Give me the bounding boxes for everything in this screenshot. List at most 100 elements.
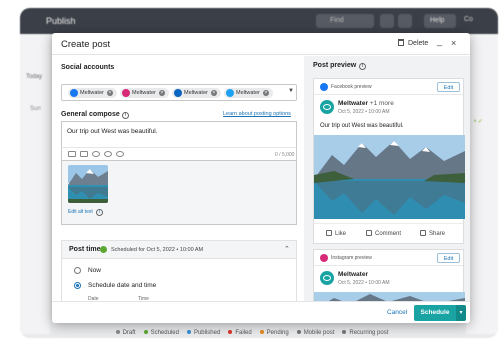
instagram-post-date: Oct 5, 2022 • 10:00 AM: [338, 280, 390, 286]
status-legend: Draft Scheduled Published Failed Pending Mobi…: [0, 326, 504, 340]
emoji-icon[interactable]: [116, 151, 124, 157]
radio-now[interactable]: [74, 267, 81, 274]
compose-textarea[interactable]: Our trip out West was beautiful.: [61, 121, 297, 147]
general-compose-text: General compose: [61, 111, 120, 118]
modal-footer: Cancel Schedule ▾: [52, 301, 470, 323]
post-time-header[interactable]: Post time Scheduled for Oct 5, 2022 • 10…: [62, 241, 296, 259]
instagram-preview-card: Instagram preview Edit Meltwater Oct 5, …: [313, 249, 465, 301]
avatar: [320, 271, 334, 285]
account-chip[interactable]: Meltwater ×: [172, 88, 221, 98]
background-left-panel: Today Sun: [20, 34, 50, 334]
radio-schedule[interactable]: [74, 282, 81, 289]
image-icon[interactable]: [68, 151, 76, 157]
video-icon[interactable]: [80, 151, 88, 157]
linkedin-icon: [174, 89, 182, 97]
legend-item: Draft: [115, 330, 136, 336]
trash-icon: [398, 39, 404, 46]
background-help: Help: [424, 14, 456, 28]
remove-account-icon[interactable]: ×: [106, 90, 113, 96]
background-app-title: Publish: [46, 16, 76, 26]
delete-button[interactable]: Delete: [398, 39, 428, 47]
remove-account-icon[interactable]: ×: [262, 90, 269, 96]
character-count: 0 / 5,000: [275, 152, 295, 158]
remove-account-icon[interactable]: ×: [158, 90, 165, 96]
legend-item: Pending: [259, 330, 289, 336]
legend-label: Scheduled: [150, 330, 179, 336]
edit-alt-text-label: Edit alt text: [68, 209, 93, 215]
facebook-actions: Like Comment Share: [314, 223, 463, 243]
cancel-button[interactable]: Cancel: [387, 309, 407, 316]
share-button[interactable]: Share: [420, 230, 445, 237]
attached-image-thumbnail[interactable]: [68, 165, 108, 203]
background-topright: Co: [464, 16, 473, 23]
instagram-icon: [122, 89, 130, 97]
legend-item: Published: [186, 330, 221, 336]
comment-icon: [366, 230, 372, 236]
info-icon[interactable]: i: [121, 112, 129, 119]
scheduled-status-dot: [100, 246, 107, 253]
screen: Publish Find Help Co Today Sun • ✓ Draft…: [0, 0, 504, 350]
grid-icon: [380, 14, 394, 28]
media-attachments: Edit alt text i: [61, 161, 297, 225]
account-chip[interactable]: Meltwater ×: [224, 88, 273, 98]
info-icon[interactable]: i: [359, 63, 367, 70]
close-icon[interactable]: ×: [451, 38, 456, 48]
facebook-post-date: Oct 5, 2022 • 10:00 AM: [338, 109, 390, 115]
legend-label: Published: [193, 330, 221, 336]
account-chip[interactable]: Meltwater ×: [68, 88, 117, 98]
create-post-modal: Create post Delete _ × Social accounts M…: [52, 33, 470, 323]
post-preview-pane: Post preview i Facebook preview Edit Melt…: [304, 56, 470, 301]
instagram-preview-header: Instagram preview Edit: [314, 250, 463, 266]
modal-title: Create post: [61, 39, 111, 50]
edit-alt-text-link[interactable]: Edit alt text i: [68, 209, 104, 216]
legend-label: Draft: [122, 330, 136, 336]
account-chip-label: Meltwater: [236, 90, 260, 96]
social-accounts-select[interactable]: Meltwater × Meltwater × Meltwater × Meltwater ×…: [61, 84, 297, 101]
instagram-edit-button[interactable]: Edit: [437, 253, 460, 263]
facebook-preview-label: Facebook preview: [331, 84, 372, 90]
facebook-account-label: Meltwater: [338, 100, 368, 107]
like-button[interactable]: Like: [326, 230, 346, 237]
legend-dot: [143, 330, 148, 335]
legend-dot: [115, 330, 120, 335]
legend-dot: [296, 330, 301, 335]
legend-item: Mobile post: [296, 330, 334, 336]
legend-label: Recurring post: [349, 330, 389, 336]
twitter-icon: [226, 89, 234, 97]
legend-dot: [342, 330, 347, 335]
facebook-edit-button[interactable]: Edit: [437, 82, 460, 92]
post-time-title: Post time: [69, 246, 101, 253]
comment-button[interactable]: Comment: [366, 230, 401, 237]
facebook-more-accounts: +1 more: [369, 100, 394, 107]
facebook-account-name: Meltwater +1 more: [338, 100, 394, 107]
account-chip-label: Meltwater: [132, 90, 156, 96]
radio-now-label: Now: [88, 267, 102, 274]
legend-dot: [228, 330, 233, 335]
remove-account-icon[interactable]: ×: [210, 90, 217, 96]
legend-label: Failed: [235, 330, 252, 336]
legend-item: Recurring post: [342, 330, 388, 336]
legend-item: Scheduled: [143, 330, 179, 336]
instagram-icon: [320, 254, 328, 262]
account-chip[interactable]: Meltwater ×: [120, 88, 169, 98]
schedule-button[interactable]: Schedule: [414, 305, 456, 321]
background-right-marker: • ✓: [474, 119, 483, 125]
thumbs-up-icon: [326, 230, 332, 236]
comment-label: Comment: [375, 231, 402, 237]
modal-header: Create post Delete _ ×: [52, 33, 470, 55]
post-preview-text: Post preview: [313, 62, 357, 69]
legend-item: Failed: [228, 330, 252, 336]
link-icon[interactable]: [104, 151, 112, 157]
account-chip-label: Meltwater: [184, 90, 208, 96]
gif-icon[interactable]: [92, 151, 100, 157]
minimize-button[interactable]: _: [437, 36, 442, 46]
info-icon: i: [96, 209, 104, 216]
radio-schedule-label: Schedule date and time: [88, 282, 157, 289]
chevron-up-icon[interactable]: ⌃: [284, 245, 290, 253]
facebook-preview-header: Facebook preview Edit: [314, 79, 463, 95]
chevron-down-icon[interactable]: ▼: [288, 88, 294, 94]
facebook-icon: [70, 89, 78, 97]
learn-posting-options-link[interactable]: Learn about posting options: [223, 111, 291, 117]
schedule-options-button[interactable]: ▾: [456, 305, 466, 321]
background-right-panel: • ✓: [466, 34, 498, 334]
